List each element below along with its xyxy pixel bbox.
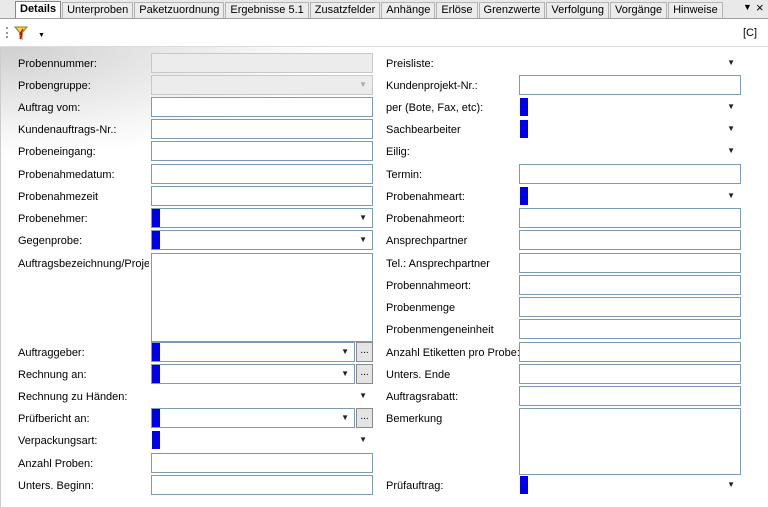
label-probengruppe: Probengruppe: [18,80,91,92]
label-auftraggeber: Auftraggeber: [18,347,85,359]
gegenprobe-select[interactable] [151,230,373,250]
tab-list: Details Unterproben Paketzuordnung Ergeb… [15,1,724,19]
probenehmer-select[interactable] [151,208,373,228]
unters-beginn-field[interactable] [151,475,373,495]
toolbar-dropdown-icon[interactable]: ▼ [38,32,45,39]
label-pruefauftrag: Prüfauftrag: [386,480,444,492]
label-probenahmeort: Probenahmeort: [386,213,465,225]
probenmenge-field[interactable] [519,297,741,317]
label-probennahmeort: Probennahmeort: [386,280,471,292]
pruefbericht-an-browse-button[interactable]: ... [356,408,373,428]
label-ansprechpartner: Ansprechpartner [386,235,468,247]
toolbar: ▼ [C] [0,19,768,47]
tab-ergebnisse[interactable]: Ergebnisse 5.1 [225,2,309,18]
label-pruefbericht-an: Prüfbericht an: [18,413,90,425]
label-unters-ende: Unters. Ende [386,369,451,381]
label-termin: Termin: [386,169,423,181]
label-probenehmer: Probenehmer: [18,213,88,225]
auftrag-vom-field[interactable] [151,97,373,117]
tab-hinweise[interactable]: Hinweise [668,2,723,18]
kundenprojekt-nr-field[interactable] [519,75,741,95]
ansprechpartner-field[interactable] [519,230,741,250]
tab-grenzwerte[interactable]: Grenzwerte [478,2,546,18]
bemerkung-textarea[interactable] [519,408,741,475]
label-probenahmezeit: Probenahmezeit [18,191,99,203]
label-probenahmeart: Probenahmeart: [386,191,465,203]
eilig-select[interactable] [519,141,741,161]
probenmengeneinheit-field[interactable] [519,319,741,339]
label-rechnung-an: Rechnung an: [18,369,87,381]
sachbearbeiter-select[interactable] [519,119,741,139]
tab-anhaenge[interactable]: Anhänge [381,2,436,18]
tab-paketzuordnung[interactable]: Paketzuordnung [134,2,225,18]
tel-ansprechpartner-field[interactable] [519,253,741,273]
probennahmeort-field[interactable] [519,275,741,295]
label-rechnung-zu-haenden: Rechnung zu Händen: [18,391,128,403]
label-gegenprobe: Gegenprobe: [18,235,83,247]
probengruppe-select [151,75,373,95]
per-bote-fax-select[interactable] [519,97,741,117]
pruefbericht-an-select[interactable] [151,408,355,428]
probennummer-field [151,53,373,73]
label-probenmengeneinheit: Probenmengeneinheit [386,324,494,336]
auftraggeber-select[interactable] [151,342,355,362]
tab-bar: Details Unterproben Paketzuordnung Ergeb… [0,0,768,19]
label-probenahmedatum: Probenahmedatum: [18,169,115,181]
verpackungsart-select[interactable] [151,430,373,450]
label-probenmenge: Probenmenge [386,302,456,314]
termin-field[interactable] [519,164,741,184]
filter-lightning-icon[interactable] [13,25,29,41]
preisliste-select[interactable] [519,53,741,73]
tab-vorgaenge[interactable]: Vorgänge [609,2,668,18]
label-bemerkung: Bemerkung [386,413,443,425]
rechnung-an-browse-button[interactable]: ... [356,364,373,384]
kundenauftrags-nr-field[interactable] [151,119,373,139]
probenahmezeit-field[interactable] [151,186,373,206]
label-sachbearbeiter: Sachbearbeiter [386,124,461,136]
label-probeneingang: Probeneingang: [18,146,96,158]
label-anzahl-proben: Anzahl Proben: [18,458,94,470]
tab-verfolgung[interactable]: Verfolgung [546,2,609,18]
probeneingang-field[interactable] [151,141,373,161]
label-kundenauftrags-nr: Kundenauftrags-Nr.: [18,124,117,136]
tab-zusatzfelder[interactable]: Zusatzfelder [309,2,381,18]
label-kundenprojekt-nr: Kundenprojekt-Nr.: [386,80,478,92]
label-anzahl-etiketten: Anzahl Etiketten pro Probe: [386,347,520,359]
label-auftrag-vom: Auftrag vom: [18,102,81,114]
anzahl-etiketten-field[interactable] [519,342,741,362]
anzahl-proben-field[interactable] [151,453,373,473]
pruefauftrag-select[interactable] [519,475,741,495]
tab-details[interactable]: Details [15,1,62,18]
tab-unterproben[interactable]: Unterproben [62,2,134,18]
label-probennummer: Probennummer: [18,58,97,70]
toolbar-context-label: [C] [742,27,757,39]
label-tel-ansprechpartner: Tel.: Ansprechpartner [386,258,490,270]
label-verpackungsart: Verpackungsart: [18,435,98,447]
label-per-bote-fax: per (Bote, Fax, etc): [386,102,484,114]
tab-erloese[interactable]: Erlöse [436,2,478,18]
close-icon[interactable]: × [756,0,764,15]
auftragsrabatt-field[interactable] [519,386,741,406]
probenahmeart-select[interactable] [519,186,741,206]
rechnung-an-select[interactable] [151,364,355,384]
label-auftragsrabatt: Auftragsrabatt: [386,391,459,403]
label-auftragsbezeichnung: Auftragsbezeichnung/Projekt: [18,258,149,270]
rechnung-zu-haenden-select[interactable] [151,386,373,406]
toolbar-grip[interactable] [6,27,10,38]
label-eilig: Eilig: [386,146,410,158]
probenahmeort-field[interactable] [519,208,741,228]
label-unters-beginn: Unters. Beginn: [18,480,94,492]
probenahmedatum-field[interactable] [151,164,373,184]
details-form: Probennummer: Probengruppe: Auftrag vom:… [0,47,768,507]
unters-ende-field[interactable] [519,364,741,384]
auftraggeber-browse-button[interactable]: ... [356,342,373,362]
tab-dropdown-icon[interactable]: ▼ [743,2,752,12]
label-preisliste: Preisliste: [386,58,434,70]
auftragsbezeichnung-textarea[interactable] [151,253,373,342]
